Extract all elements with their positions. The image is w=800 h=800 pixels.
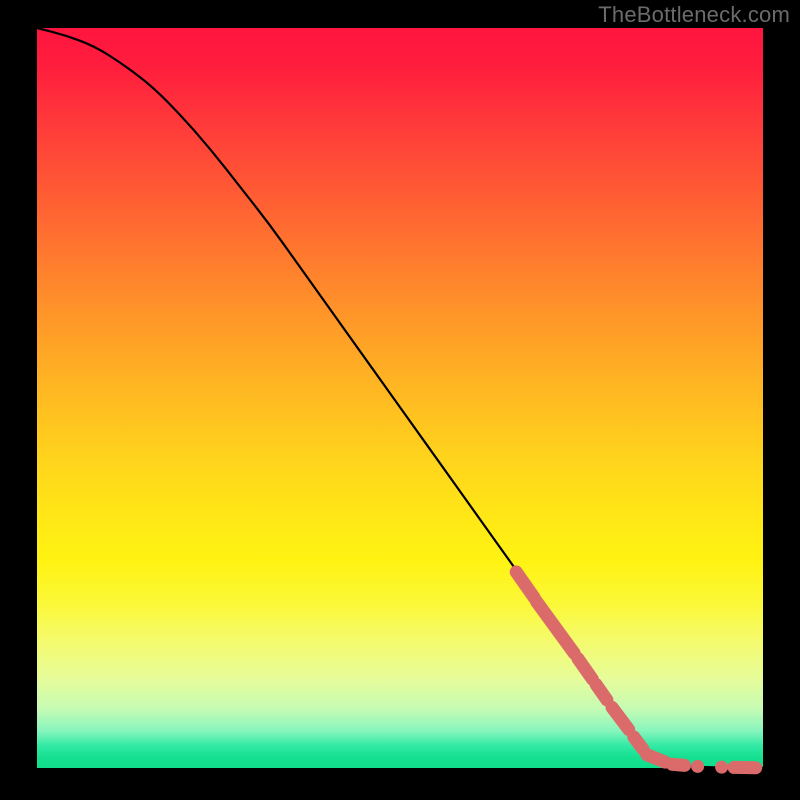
plot-area: [37, 28, 763, 768]
marker-segment: [647, 755, 665, 762]
marker-segment: [578, 658, 593, 679]
marker-segment: [672, 764, 684, 765]
highlighted-range: [516, 572, 756, 774]
marker-dot: [715, 761, 728, 774]
chart-frame: TheBottleneck.com: [0, 0, 800, 800]
marker-segment: [516, 572, 534, 598]
marker-segment: [536, 602, 574, 654]
chart-svg: [37, 28, 763, 768]
bottleneck-curve: [37, 28, 763, 768]
marker-dot: [691, 760, 704, 773]
marker-segment: [634, 737, 643, 750]
marker-segment: [596, 684, 607, 700]
marker-segment: [612, 707, 629, 729]
watermark-text: TheBottleneck.com: [598, 2, 790, 28]
